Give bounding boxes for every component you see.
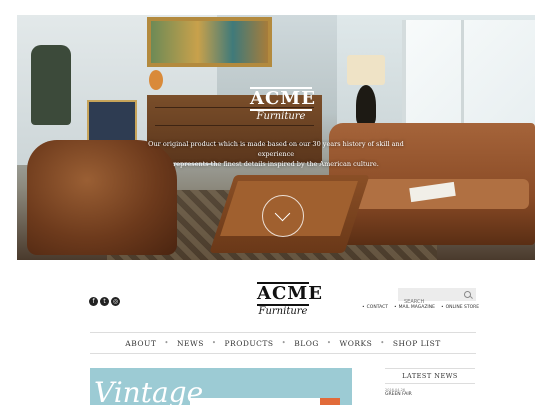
- latest-news: LATEST NEWS 2016.04.26 GREEN FAIR: [385, 368, 475, 397]
- latest-news-heading: LATEST NEWS: [385, 368, 475, 384]
- chevron-down-icon: [274, 205, 291, 222]
- nav-separator: •: [326, 339, 332, 347]
- table-lamp-left: [149, 70, 163, 90]
- feature-banner[interactable]: Vintage: [90, 368, 352, 405]
- search-box: [398, 288, 476, 309]
- coat: [31, 45, 71, 125]
- hero-logo: ACME Furniture: [250, 87, 316, 125]
- online-store-link[interactable]: ONLINE STORE: [441, 305, 480, 310]
- browser-page: ACME Furniture Our original product whic…: [12, 10, 540, 405]
- lamp-base-right: [356, 85, 376, 125]
- hero-tagline-line2: represents the finest details inspired b…: [173, 160, 379, 168]
- nav-separator: •: [281, 339, 287, 347]
- utility-links: CONTACT MAIL MAGAZINE ONLINE STORE: [362, 305, 479, 310]
- nav-shop-list[interactable]: SHOP LIST: [393, 339, 441, 348]
- main-nav: ABOUT • NEWS • PRODUCTS • BLOG • WORKS •…: [90, 332, 476, 354]
- nav-separator: •: [164, 339, 169, 347]
- facebook-icon[interactable]: f: [89, 297, 98, 306]
- banner-title: Vintage: [94, 376, 204, 405]
- search-icon[interactable]: [464, 291, 471, 298]
- hero-logo-main: ACME: [250, 87, 316, 111]
- scroll-down-button[interactable]: [262, 195, 304, 237]
- banner-accent: [320, 398, 340, 405]
- window: [402, 20, 535, 135]
- hero-image: ACME Furniture Our original product whic…: [17, 15, 535, 260]
- logo-sub: Furniture: [258, 306, 308, 317]
- nav-about[interactable]: ABOUT: [125, 339, 156, 348]
- banner-subtitle-block: [190, 398, 330, 405]
- logo-main: ACME: [257, 282, 323, 306]
- nav-blog[interactable]: BLOG: [294, 339, 319, 348]
- lamp-shade-right: [347, 55, 385, 85]
- twitter-icon[interactable]: t: [100, 297, 109, 306]
- hero-logo-sub: Furniture: [256, 111, 306, 122]
- nav-news[interactable]: NEWS: [177, 339, 204, 348]
- nav-works[interactable]: WORKS: [339, 339, 372, 348]
- news-title[interactable]: GREEN FAIR: [385, 392, 475, 397]
- hero-tagline-line1: Our original product which is made based…: [148, 140, 404, 158]
- contact-link[interactable]: CONTACT: [362, 305, 388, 310]
- nav-products[interactable]: PRODUCTS: [225, 339, 274, 348]
- nav-separator: •: [380, 339, 385, 347]
- painting: [147, 17, 272, 67]
- mail-magazine-link[interactable]: MAIL MAGAZINE: [394, 305, 435, 310]
- nav-separator: •: [211, 339, 217, 347]
- instagram-icon[interactable]: ◎: [111, 297, 120, 306]
- site-logo[interactable]: ACME Furniture: [257, 282, 323, 317]
- social-links: f t ◎: [89, 297, 120, 306]
- hero-tagline: Our original product which is made based…: [147, 139, 405, 169]
